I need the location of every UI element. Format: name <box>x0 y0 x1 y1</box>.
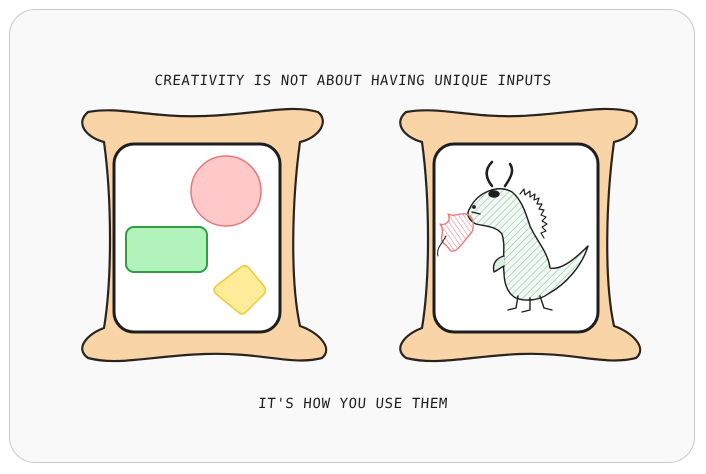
pink-circle <box>190 155 262 227</box>
subline-text: IT'S HOW YOU USE THEM <box>257 396 449 412</box>
left-frame <box>81 107 328 363</box>
right-frame <box>399 107 642 363</box>
green-rectangle <box>125 226 208 273</box>
